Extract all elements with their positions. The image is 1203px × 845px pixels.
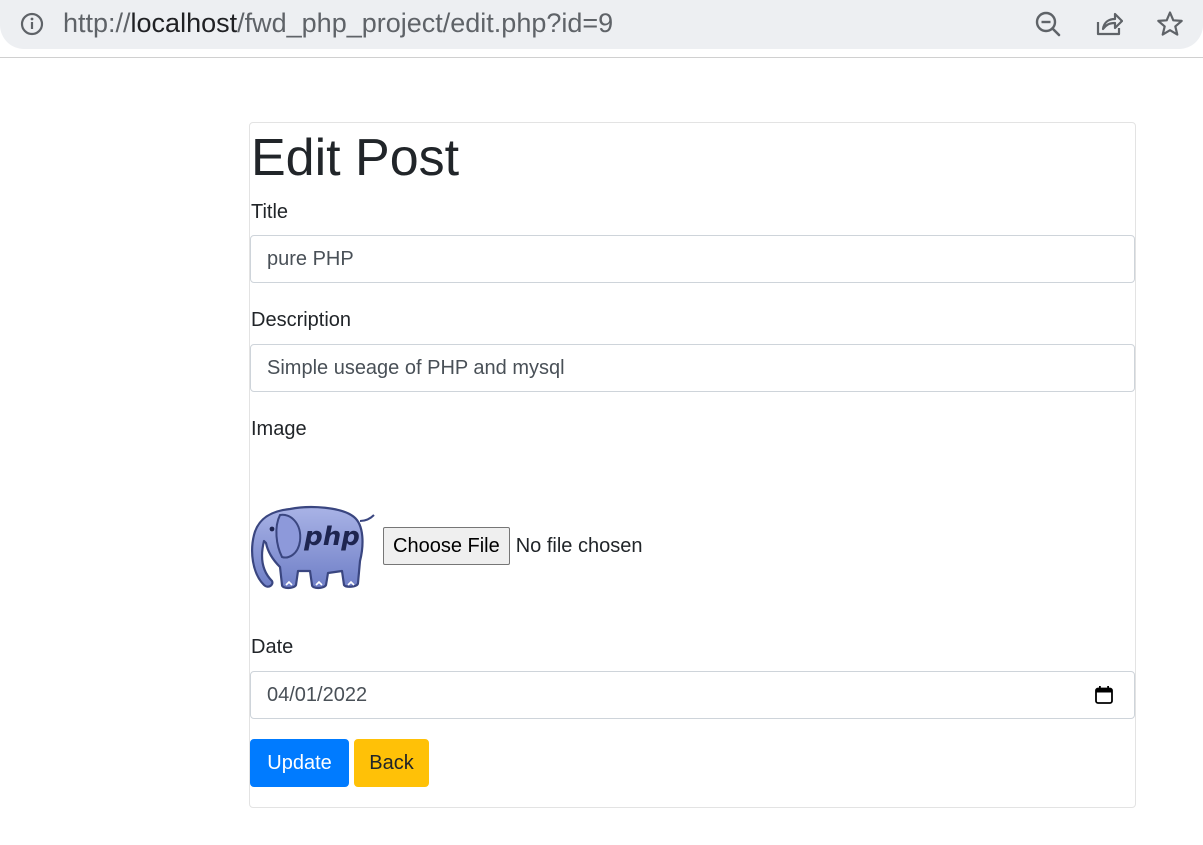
zoom-out-icon[interactable] (1034, 10, 1062, 38)
back-button[interactable]: Back (354, 739, 429, 787)
date-input[interactable]: 04/01/2022 (250, 671, 1135, 719)
date-input-value: 04/01/2022 (267, 683, 368, 706)
url-path: /fwd_php_project/edit.php?id=9 (237, 8, 614, 38)
php-logo-text: php (303, 522, 360, 552)
description-label: Description (251, 309, 352, 331)
browser-toolbar: http://localhost/fwd_php_project/edit.ph… (0, 0, 1203, 58)
description-input-value: Simple useage of PHP and mysql (267, 356, 565, 379)
description-input[interactable]: Simple useage of PHP and mysql (250, 344, 1135, 392)
update-button[interactable]: Update (250, 739, 349, 787)
address-bar[interactable]: http://localhost/fwd_php_project/edit.ph… (0, 0, 1203, 49)
page-title: Edit Post (251, 129, 460, 187)
image-field: php Choose File No file chosen (250, 500, 642, 592)
url-scheme: http:// (63, 8, 131, 38)
calendar-icon[interactable] (1094, 685, 1114, 705)
image-label: Image (251, 418, 307, 440)
choose-file-button[interactable]: Choose File (383, 527, 510, 565)
title-input-value: pure PHP (267, 247, 354, 270)
file-status-text: No file chosen (515, 534, 643, 557)
title-input[interactable]: pure PHP (250, 235, 1135, 283)
info-icon[interactable] (20, 12, 44, 36)
share-icon[interactable] (1095, 10, 1123, 38)
url-text[interactable]: http://localhost/fwd_php_project/edit.ph… (63, 6, 613, 40)
date-label: Date (251, 636, 294, 658)
php-elephant-logo: php (251, 505, 375, 590)
url-host: localhost (130, 8, 238, 38)
title-label: Title (251, 201, 289, 223)
bookmark-star-icon[interactable] (1156, 10, 1184, 38)
